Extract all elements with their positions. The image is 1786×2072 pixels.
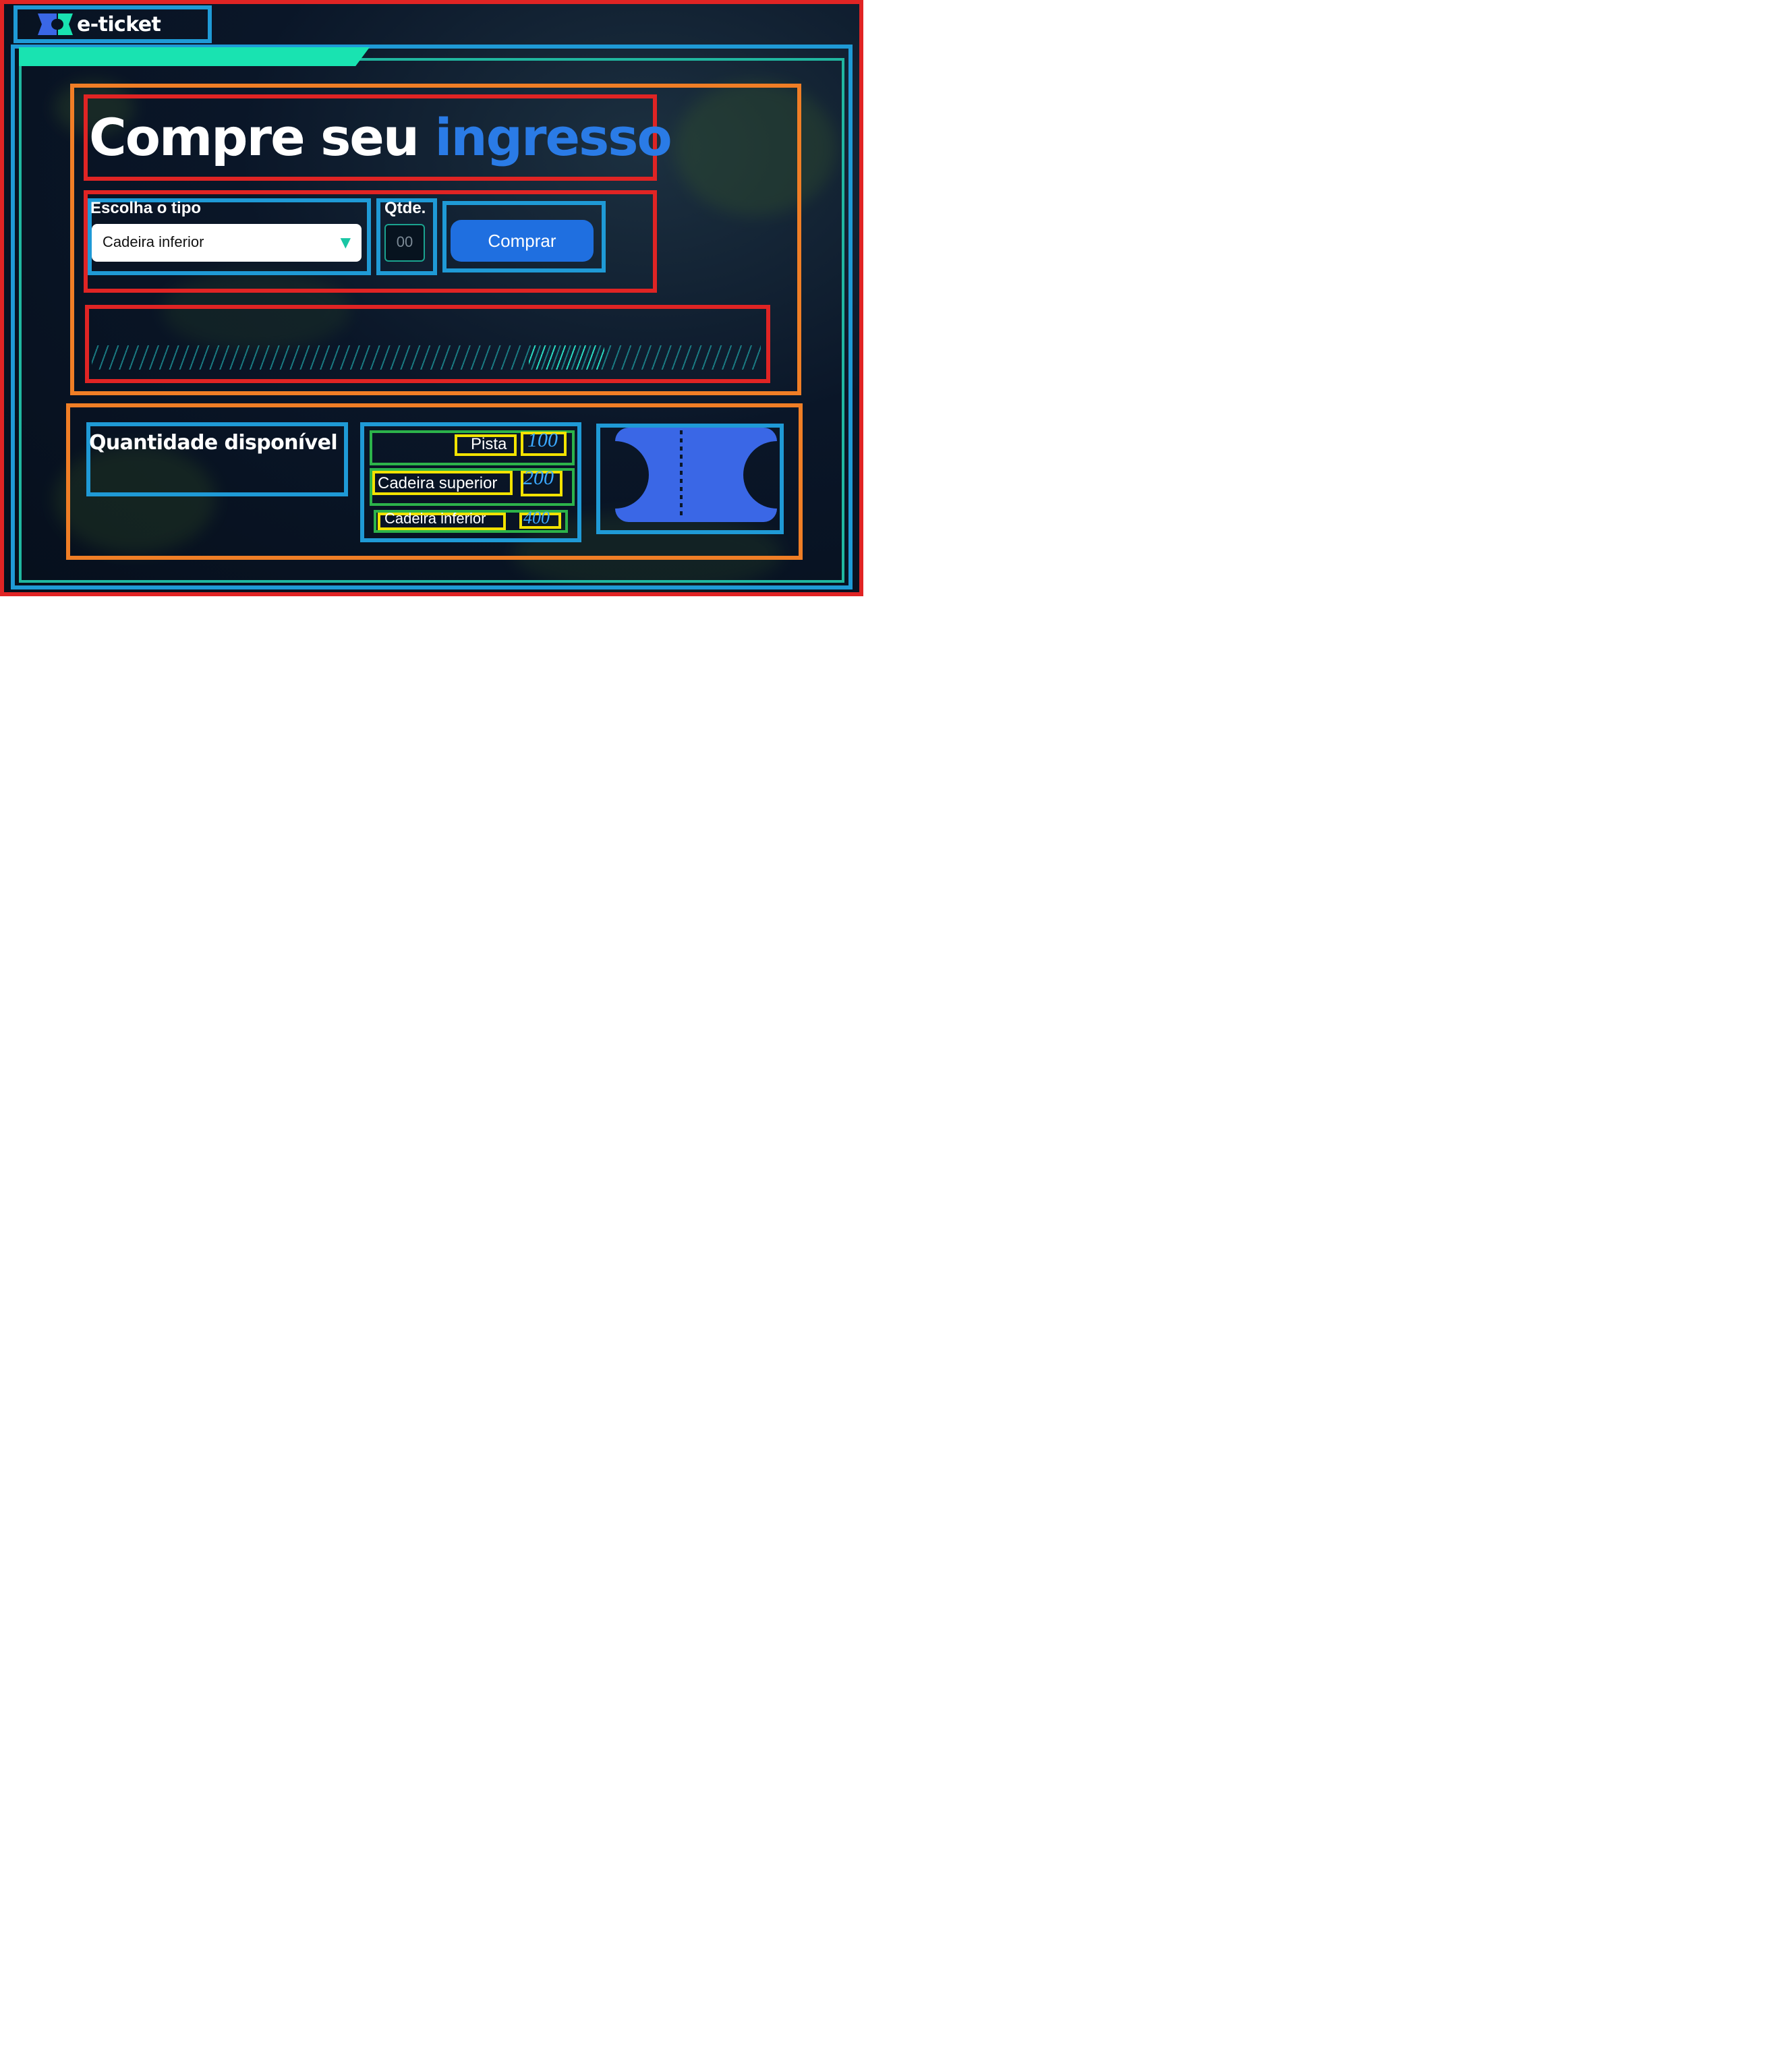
row-value: 100 (527, 430, 558, 452)
hatch-highlight (529, 345, 604, 370)
brand-name[interactable]: e-ticket (77, 11, 161, 36)
buy-button[interactable]: Comprar (451, 220, 594, 262)
chevron-down-icon: ▼ (340, 235, 351, 250)
quantity-input[interactable] (384, 224, 425, 262)
title-text: Compre seu (89, 108, 420, 167)
row-label: Cadeira inferior (384, 511, 486, 527)
row-value: 200 (523, 468, 554, 490)
hatch-divider (92, 345, 761, 370)
row-label: Cadeira superior (378, 473, 498, 492)
title-accent: ingresso (434, 108, 672, 167)
header: e-ticket (13, 5, 209, 42)
qty-label: Qtde. (384, 198, 426, 217)
ticket-type-select[interactable]: Cadeira inferior ▼ (92, 224, 362, 262)
ticket-logo-icon (38, 13, 73, 34)
row-value: 400 (523, 507, 550, 527)
page-title: Compre seu ingresso (89, 108, 672, 167)
ticket-type-value: Cadeira inferior (103, 235, 204, 251)
progress-tab (19, 47, 370, 66)
divider-frame (85, 305, 770, 383)
screen: e-ticket Compre seu ingresso Escolha o t… (0, 0, 877, 596)
type-label: Escolha o tipo (90, 198, 202, 217)
app-window: e-ticket Compre seu ingresso Escolha o t… (0, 0, 863, 596)
row-label: Pista (471, 434, 507, 453)
ticket-icon (615, 428, 777, 522)
availability-title: Quantidade disponível (89, 430, 338, 455)
